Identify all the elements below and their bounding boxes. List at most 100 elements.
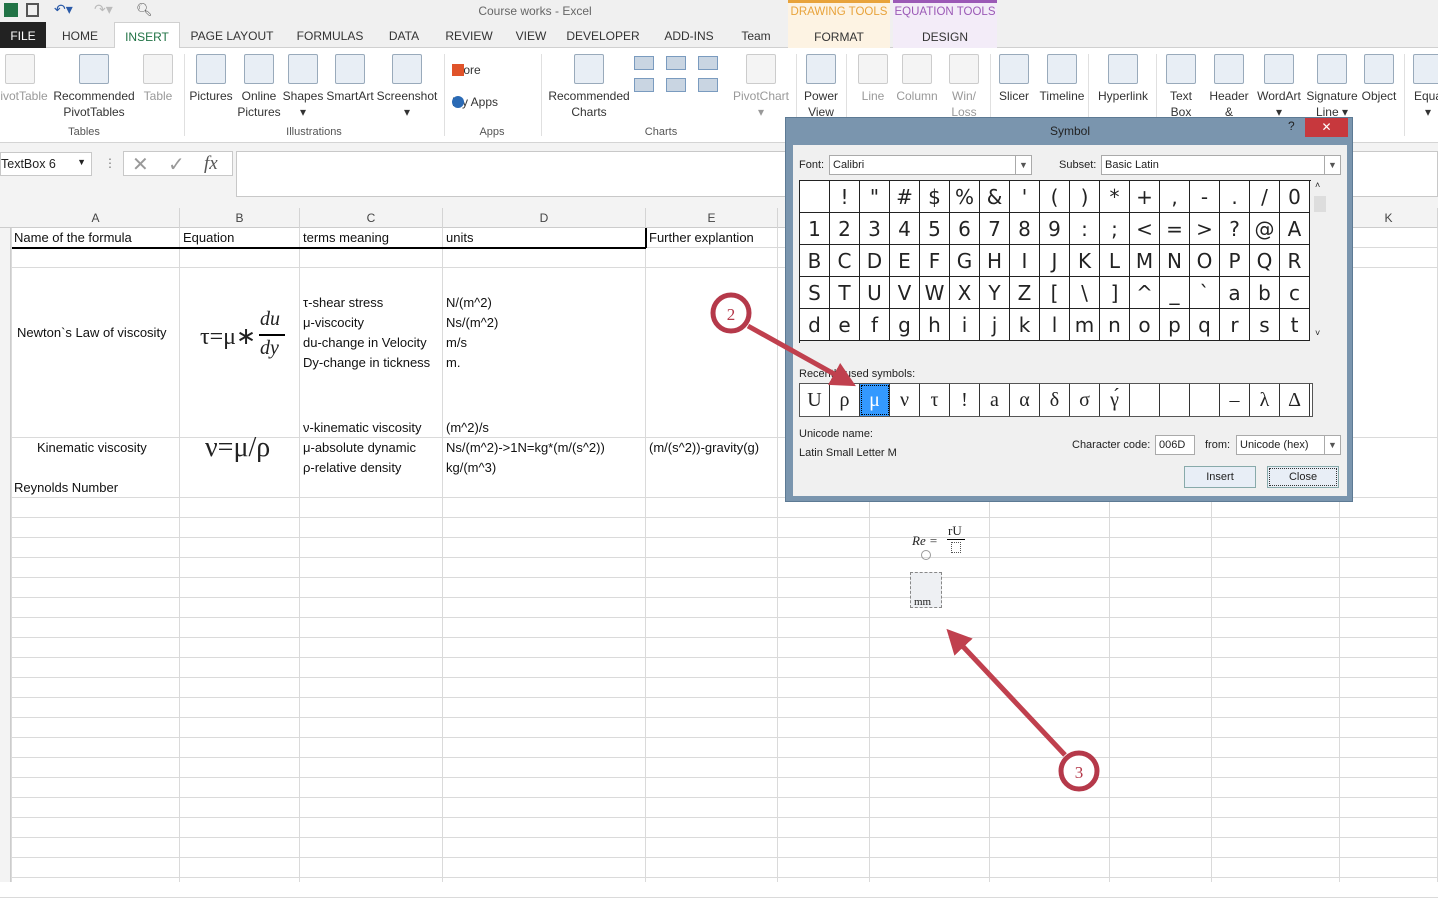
- cell-A2[interactable]: Newton`s Law of viscosity: [17, 323, 167, 343]
- symbol-cell[interactable]: 3: [860, 213, 890, 245]
- symbol-cell[interactable]: m: [1070, 309, 1100, 341]
- ribbon-button-pictures[interactable]: Pictures: [188, 54, 234, 104]
- context-tab-design[interactable]: DESIGN: [893, 30, 997, 44]
- symbol-cell[interactable]: V: [890, 277, 920, 309]
- ribbon-button-column[interactable]: Column: [892, 54, 942, 104]
- newton-equation[interactable]: τ=μ∗ du dy: [200, 308, 300, 364]
- symbol-cell[interactable]: 2: [830, 213, 860, 245]
- ribbon-button-table[interactable]: Table: [140, 54, 176, 104]
- symbol-cell[interactable]: @: [1250, 213, 1280, 245]
- cell-C1[interactable]: terms meaning: [303, 228, 389, 248]
- recent-symbol[interactable]: –: [1220, 384, 1250, 416]
- recent-symbol[interactable]: σ: [1070, 384, 1100, 416]
- recent-symbol[interactable]: [1160, 384, 1190, 416]
- symbol-cell[interactable]: 0: [1280, 181, 1310, 213]
- symbol-cell[interactable]: f: [860, 309, 890, 341]
- recent-symbol[interactable]: [1130, 384, 1160, 416]
- name-box[interactable]: TextBox 6 ▼: [0, 152, 92, 176]
- symbol-cell[interactable]: .: [1220, 181, 1250, 213]
- symbol-cell[interactable]: W: [920, 277, 950, 309]
- cell-D1[interactable]: units: [446, 228, 473, 248]
- scroll-down-icon[interactable]: ˅: [1315, 328, 1320, 338]
- reynolds-equation[interactable]: Re = rU mm: [905, 520, 975, 615]
- tab-page-layout[interactable]: PAGE LAYOUT: [180, 22, 284, 48]
- character-code-input[interactable]: 006D: [1155, 435, 1195, 455]
- insert-button[interactable]: Insert: [1184, 466, 1256, 488]
- chart-type-icon[interactable]: [698, 56, 718, 70]
- symbol-cell[interactable]: b: [1250, 277, 1280, 309]
- column-header-D[interactable]: D: [443, 208, 646, 228]
- from-select[interactable]: Unicode (hex) ▼: [1236, 435, 1341, 455]
- symbol-cell[interactable]: Y: [980, 277, 1010, 309]
- symbol-cell[interactable]: 4: [890, 213, 920, 245]
- symbol-cell[interactable]: *: [1100, 181, 1130, 213]
- recent-symbol[interactable]: α: [1010, 384, 1040, 416]
- chart-type-icon[interactable]: [666, 78, 686, 92]
- symbol-cell[interactable]: E: [890, 245, 920, 277]
- symbol-cell[interactable]: ): [1070, 181, 1100, 213]
- symbol-cell[interactable]: M: [1130, 245, 1160, 277]
- symbol-cell[interactable]: C: [830, 245, 860, 277]
- recent-symbol[interactable]: ν: [890, 384, 920, 416]
- tab-insert[interactable]: INSERT: [114, 22, 180, 49]
- symbol-cell[interactable]: `: [1190, 277, 1220, 309]
- symbol-cell[interactable]: #: [890, 181, 920, 213]
- symbol-grid-scrollbar[interactable]: ˄ ˅: [1313, 180, 1327, 343]
- ribbon-button-object[interactable]: Object: [1358, 54, 1400, 104]
- symbol-cell[interactable]: a: [1220, 277, 1250, 309]
- tab-team[interactable]: Team: [728, 22, 784, 48]
- symbol-cell[interactable]: (: [1040, 181, 1070, 213]
- recent-symbol[interactable]: Δ: [1280, 384, 1310, 416]
- symbol-cell[interactable]: 5: [920, 213, 950, 245]
- ribbon-button-hyperlink[interactable]: Hyperlink: [1094, 54, 1152, 104]
- symbol-cell[interactable]: B: [800, 245, 830, 277]
- symbol-cell[interactable]: /: [1250, 181, 1280, 213]
- ribbon-button-shapes[interactable]: Shapes ▾: [282, 54, 324, 120]
- symbol-cell[interactable]: 7: [980, 213, 1010, 245]
- symbol-cell[interactable]: H: [980, 245, 1010, 277]
- symbol-cell[interactable]: e: [830, 309, 860, 341]
- symbol-cell[interactable]: F: [920, 245, 950, 277]
- symbol-cell[interactable]: +: [1130, 181, 1160, 213]
- tab-add-ins[interactable]: ADD-INS: [650, 22, 728, 48]
- close-button[interactable]: Close: [1267, 466, 1339, 488]
- ribbon-button-timeline[interactable]: Timeline: [1034, 54, 1090, 104]
- symbol-cell[interactable]: R: [1280, 245, 1310, 277]
- ribbon-button-win[interactable]: Win/Loss: [944, 54, 984, 120]
- symbol-cell[interactable]: j: [980, 309, 1010, 341]
- symbol-cell[interactable]: A: [1280, 213, 1310, 245]
- rotate-handle[interactable]: [921, 550, 931, 560]
- symbol-cell[interactable]: 9: [1040, 213, 1070, 245]
- symbol-cell[interactable]: D: [860, 245, 890, 277]
- symbol-cell[interactable]: _: [1160, 277, 1190, 309]
- symbol-cell[interactable]: c: [1280, 277, 1310, 309]
- symbol-cell[interactable]: i: [950, 309, 980, 341]
- column-header-C[interactable]: C: [300, 208, 443, 228]
- ribbon-button-slicer[interactable]: Slicer: [996, 54, 1032, 104]
- symbol-cell[interactable]: ": [860, 181, 890, 213]
- subset-select[interactable]: Basic Latin ▼: [1101, 155, 1341, 175]
- cell-A3[interactable]: Kinematic viscosity: [37, 438, 147, 458]
- chart-type-icon[interactable]: [634, 78, 654, 92]
- cell-A4[interactable]: Reynolds Number: [14, 478, 118, 498]
- symbol-cell[interactable]: t: [1280, 309, 1310, 341]
- cell-A1[interactable]: Name of the formula: [14, 228, 132, 248]
- chart-type-icon[interactable]: [698, 78, 718, 92]
- recent-symbol[interactable]: τ: [920, 384, 950, 416]
- kinematic-equation[interactable]: ν=μ/ρ: [205, 432, 270, 464]
- symbol-cell[interactable]: 1: [800, 213, 830, 245]
- symbol-cell[interactable]: K: [1070, 245, 1100, 277]
- symbol-cell[interactable]: ^: [1130, 277, 1160, 309]
- symbol-cell[interactable]: L: [1100, 245, 1130, 277]
- tab-formulas[interactable]: FORMULAS: [284, 22, 376, 48]
- symbol-cell[interactable]: ,: [1160, 181, 1190, 213]
- ribbon-button-recommended[interactable]: Recommended Charts: [546, 54, 632, 120]
- symbol-cell[interactable]: Z: [1010, 277, 1040, 309]
- recent-symbol[interactable]: ρ: [830, 384, 860, 416]
- scroll-up-icon[interactable]: ˄: [1315, 180, 1320, 190]
- symbol-cell[interactable]: G: [950, 245, 980, 277]
- cell-B1[interactable]: Equation: [183, 228, 234, 248]
- symbol-cell[interactable]: Q: [1250, 245, 1280, 277]
- ribbon-button-pivotchart[interactable]: PivotChart ▾: [730, 54, 792, 120]
- recent-symbol[interactable]: γ́: [1100, 384, 1130, 416]
